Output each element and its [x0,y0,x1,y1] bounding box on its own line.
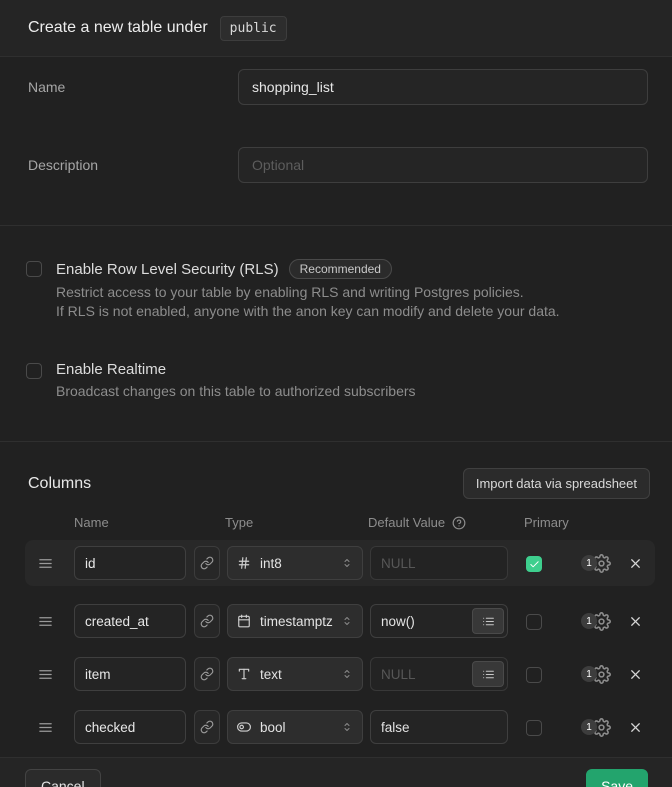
foreign-key-link-icon[interactable] [194,604,220,638]
column-type-select[interactable]: text [227,657,363,691]
settings-count-badge: 1 [581,555,597,571]
chevron-up-down-icon [341,668,353,680]
column-name-input[interactable] [74,604,186,638]
column-type-value: text [260,667,341,682]
settings-count-badge: 1 [581,666,597,682]
realtime-content: Enable Realtime Broadcast changes on thi… [56,361,416,401]
rls-description-line1: Restrict access to your table by enablin… [56,283,560,302]
list-icon [482,668,495,681]
column-settings-button[interactable]: 1 [581,612,611,631]
header-default-value: Default Value [368,515,445,530]
default-value-input[interactable] [370,546,508,580]
primary-checkbox[interactable] [526,720,542,736]
column-type-select[interactable]: timestamptz [227,604,363,638]
table-description-input[interactable] [238,147,648,183]
chevron-up-down-icon [341,557,353,569]
default-value-input[interactable] [370,710,508,744]
name-row: Name [28,69,648,105]
options-section: Enable Row Level Security (RLS) Recommen… [0,226,672,442]
column-name-input[interactable] [74,546,186,580]
column-row: text 1 [25,651,655,697]
column-name-input[interactable] [74,710,186,744]
primary-checkbox[interactable] [526,614,542,630]
header-primary: Primary [524,515,569,530]
remove-column-button[interactable] [628,556,643,571]
column-row: timestamptz 1 [25,598,655,644]
foreign-key-link-icon[interactable] [194,546,220,580]
panel-title: Create a new table under [28,19,208,37]
column-type-select[interactable]: int8 [227,546,363,580]
column-settings-button[interactable]: 1 [581,554,611,573]
x-icon [628,614,643,629]
primary-checkbox[interactable] [526,667,542,683]
realtime-checkbox[interactable] [26,363,42,379]
description-label: Description [28,147,238,183]
primary-checkbox[interactable] [526,556,542,572]
column-row: int8 1 [25,540,655,586]
drag-handle-icon[interactable] [38,611,58,631]
drag-handle-icon[interactable] [38,553,58,573]
text-icon [237,667,251,681]
column-settings-button[interactable]: 1 [581,718,611,737]
header-type: Type [225,515,368,530]
x-icon [628,720,643,735]
column-type-select[interactable]: bool [227,710,363,744]
rls-toggle-block: Enable Row Level Security (RLS) Recommen… [26,259,644,321]
realtime-toggle-block: Enable Realtime Broadcast changes on thi… [26,361,644,401]
save-button[interactable]: Save [586,769,648,787]
drag-handle-icon[interactable] [38,717,58,737]
panel-header: Create a new table under public [0,0,672,57]
toggle-icon [237,720,251,734]
rls-description-line2: If RLS is not enabled, anyone with the a… [56,302,560,321]
column-settings-button[interactable]: 1 [581,665,611,684]
table-details-section: Name Description [0,57,672,226]
default-value-picker-button[interactable] [472,661,504,687]
column-name-input[interactable] [74,657,186,691]
header-name: Name [74,515,225,530]
list-icon [482,615,495,628]
column-type-value: timestamptz [260,614,341,629]
remove-column-button[interactable] [628,667,643,682]
recommended-badge: Recommended [289,259,392,279]
chevron-up-down-icon [341,615,353,627]
foreign-key-link-icon[interactable] [194,710,220,744]
check-icon [529,559,540,570]
hash-icon [237,556,251,570]
x-icon [628,556,643,571]
column-type-value: bool [260,720,341,735]
rls-content: Enable Row Level Security (RLS) Recommen… [56,259,560,321]
columns-section: Columns Import data via spreadsheet Name… [0,442,672,757]
realtime-label: Enable Realtime [56,361,166,378]
x-icon [628,667,643,682]
import-data-button[interactable]: Import data via spreadsheet [463,468,650,499]
rls-checkbox[interactable] [26,261,42,277]
column-rows: int8 1 [0,540,672,750]
default-value-picker-button[interactable] [472,608,504,634]
chevron-up-down-icon [341,721,353,733]
remove-column-button[interactable] [628,614,643,629]
column-row: bool 1 [25,704,655,750]
description-row: Description [28,147,648,183]
name-label: Name [28,69,238,105]
schema-badge: public [220,16,287,41]
panel-footer: Cancel Save [0,757,672,787]
create-table-panel: Create a new table under public Name Des… [0,0,672,787]
column-type-value: int8 [260,556,341,571]
foreign-key-link-icon[interactable] [194,657,220,691]
cancel-button[interactable]: Cancel [25,769,101,787]
settings-count-badge: 1 [581,613,597,629]
column-headers: Name Type Default Value Primary [25,515,655,530]
table-name-input[interactable] [238,69,648,105]
remove-column-button[interactable] [628,720,643,735]
drag-handle-icon[interactable] [38,664,58,684]
columns-title: Columns [28,475,91,493]
calendar-icon [237,614,251,628]
realtime-description: Broadcast changes on this table to autho… [56,382,416,401]
help-circle-icon[interactable] [452,516,466,530]
settings-count-badge: 1 [581,719,597,735]
rls-label: Enable Row Level Security (RLS) [56,261,279,278]
